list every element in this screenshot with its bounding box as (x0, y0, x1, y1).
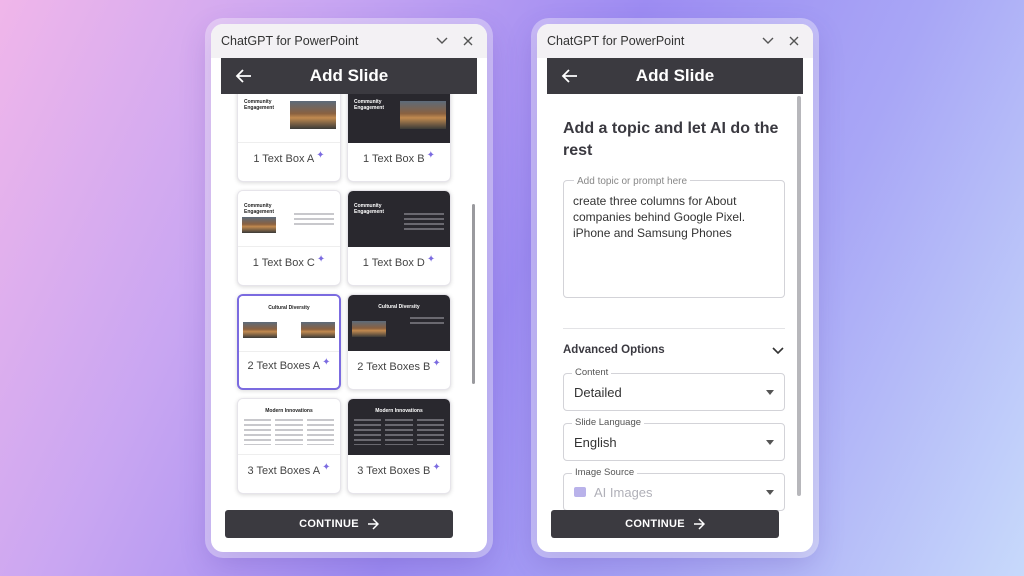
thumbnail-text-lines (404, 213, 444, 233)
prompt-text: create three columns for About companies… (573, 194, 746, 240)
window-titlebar: ChatGPT for PowerPoint (537, 24, 813, 58)
divider (563, 328, 785, 329)
continue-button[interactable]: CONTINUE (225, 510, 453, 538)
slide-thumbnail: Community Engagement (238, 94, 340, 143)
thumbnail-title: Community Engagement (354, 203, 385, 215)
caret-down-icon (766, 489, 774, 495)
slide-thumbnail: Modern Innovations (238, 399, 340, 455)
thumbnail-columns (244, 419, 334, 445)
sparkle-icon: ✦ (432, 462, 441, 473)
layout-card-1-text-box-b[interactable]: Community Engagement 1 Text Box B ✦ (347, 94, 451, 182)
thumbnail-text-lines (294, 213, 334, 228)
thumbnail-image (352, 321, 386, 337)
arrow-right-icon (693, 518, 705, 530)
sparkle-icon: ✦ (316, 150, 325, 161)
back-arrow-icon[interactable] (235, 67, 253, 85)
page-title: Add Slide (309, 66, 389, 85)
layout-card-3-text-boxes-b[interactable]: Modern Innovations 3 Text Boxes B ✦ (347, 398, 451, 494)
caret-down-icon (766, 439, 774, 445)
sparkle-icon: ✦ (426, 254, 436, 265)
prompt-placeholder-label: Add topic or prompt here (574, 174, 691, 190)
layout-card-2-text-boxes-a[interactable]: Cultural Diversity 2 Text Boxes A ✦ (237, 294, 341, 390)
thumbnail-image (242, 217, 276, 233)
sparkle-icon: ✦ (316, 254, 326, 265)
slide-thumbnail: Modern Innovations (348, 399, 450, 455)
thumbnail-text-lines (410, 317, 444, 327)
topic-form-area: Add a topic and let AI do the rest Add t… (547, 94, 803, 552)
scrollbar[interactable] (797, 96, 801, 496)
thumbnail-title: Modern Innovations (265, 408, 313, 414)
sparkle-icon: ✦ (432, 358, 441, 369)
layout-list: Community Engagement 1 Text Box A ✦ Commu… (221, 94, 477, 552)
card-label: 3 Text Boxes A ✦ (247, 462, 331, 477)
sparkle-icon: ✦ (426, 150, 435, 161)
image-source-select[interactable]: Image Source AI Images (563, 467, 785, 511)
continue-label: CONTINUE (299, 518, 359, 530)
chevron-down-icon[interactable] (759, 32, 777, 50)
page-title: Add Slide (635, 66, 715, 85)
add-slide-panel-topic: ChatGPT for PowerPoint Add Slide Add a t… (537, 24, 813, 552)
window-title: ChatGPT for PowerPoint (547, 34, 685, 48)
image-source-label: Image Source (572, 467, 638, 478)
chevron-down-icon[interactable] (433, 32, 451, 50)
card-label: 1 Text Box A ✦ (253, 150, 325, 165)
slide-thumbnail: Community Engagement (348, 94, 450, 143)
sparkle-icon: ✦ (322, 462, 331, 473)
card-label: 1 Text Box C ✦ (252, 254, 326, 269)
thumbnail-title: Community Engagement (244, 99, 275, 111)
slide-thumbnail: Community Engagement (348, 191, 450, 247)
page-header: Add Slide (221, 58, 477, 94)
image-source-value: AI Images (594, 484, 653, 500)
thumbnail-title: Cultural Diversity (378, 304, 420, 310)
thumbnail-title: Community Engagement (354, 99, 385, 111)
slide-language-select[interactable]: Slide Language English (563, 417, 785, 461)
slide-thumbnail: Cultural Diversity (239, 296, 339, 352)
layout-card-1-text-box-c[interactable]: Community Engagement 1 Text Box C ✦ (237, 190, 341, 286)
slide-thumbnail: Community Engagement (238, 191, 340, 247)
window-title: ChatGPT for PowerPoint (221, 34, 359, 48)
topic-prompt-textarea[interactable]: Add topic or prompt here create three co… (563, 174, 785, 298)
card-label: 2 Text Boxes B ✦ (357, 358, 441, 373)
thumbnail-image (243, 322, 277, 338)
language-select-label: Slide Language (572, 417, 645, 428)
caret-down-icon (766, 389, 774, 395)
layout-card-1-text-box-a[interactable]: Community Engagement 1 Text Box A ✦ (237, 94, 341, 182)
image-icon (574, 487, 586, 497)
advanced-options-toggle[interactable]: Advanced Options (563, 343, 785, 357)
thumbnail-title: Modern Innovations (375, 408, 423, 414)
thumbnail-image (400, 101, 446, 129)
card-label: 3 Text Boxes B ✦ (357, 462, 441, 477)
page-header: Add Slide (547, 58, 803, 94)
thumbnail-title: Cultural Diversity (268, 305, 310, 311)
back-arrow-icon[interactable] (561, 67, 579, 85)
close-icon[interactable] (459, 32, 477, 50)
thumbnail-image (290, 101, 336, 129)
card-label: 1 Text Box D ✦ (362, 254, 436, 269)
content-select[interactable]: Content Detailed (563, 367, 785, 411)
card-label: 1 Text Box B ✦ (363, 150, 435, 165)
thumbnail-columns (354, 419, 444, 445)
continue-label: CONTINUE (625, 518, 685, 530)
advanced-options-label: Advanced Options (563, 344, 665, 356)
card-label: 2 Text Boxes A ✦ (247, 357, 331, 372)
layout-card-3-text-boxes-a[interactable]: Modern Innovations 3 Text Boxes A ✦ (237, 398, 341, 494)
chevron-down-icon (772, 347, 784, 355)
slide-thumbnail: Cultural Diversity (348, 295, 450, 351)
continue-button[interactable]: CONTINUE (551, 510, 779, 538)
close-icon[interactable] (785, 32, 803, 50)
window-titlebar: ChatGPT for PowerPoint (211, 24, 487, 58)
thumbnail-image (301, 322, 335, 338)
content-select-value: Detailed (574, 384, 622, 400)
scrollbar[interactable] (472, 204, 475, 384)
sparkle-icon: ✦ (322, 357, 331, 368)
thumbnail-title: Community Engagement (244, 203, 275, 215)
layout-card-1-text-box-d[interactable]: Community Engagement 1 Text Box D ✦ (347, 190, 451, 286)
add-slide-panel-layouts: ChatGPT for PowerPoint Add Slide Communi… (211, 24, 487, 552)
form-heading: Add a topic and let AI do the rest (563, 120, 779, 159)
layout-card-2-text-boxes-b[interactable]: Cultural Diversity 2 Text Boxes B ✦ (347, 294, 451, 390)
content-select-label: Content (572, 367, 612, 378)
language-select-value: English (574, 434, 617, 450)
arrow-right-icon (367, 518, 379, 530)
